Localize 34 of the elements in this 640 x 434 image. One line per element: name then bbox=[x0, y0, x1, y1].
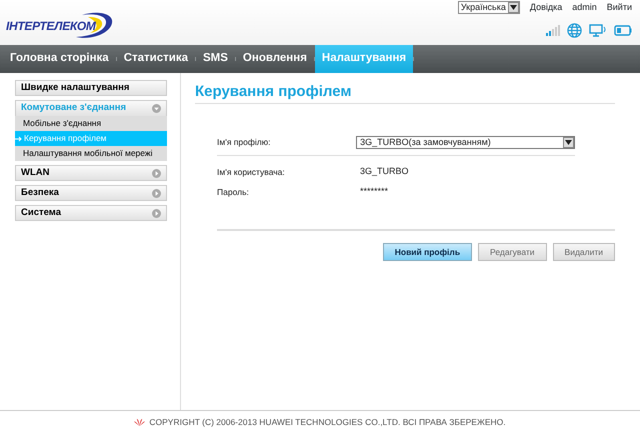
nav-tab[interactable]: Оновлення bbox=[236, 45, 314, 73]
profile-dropdown[interactable]: 3G_TURBO(за замовчуванням) bbox=[356, 136, 575, 149]
logo-text: ІНТЕРТЕЛЕКОМ bbox=[6, 18, 96, 34]
flower-logo-icon bbox=[134, 418, 146, 427]
copyright-text: COPYRIGHT (C) 2006-2013 HUAWEI TECHNOLOGIES CO.,LTD. ВСІ ПРАВА ЗБЕРЕЖЕНО. bbox=[149, 416, 506, 429]
page-title: Керування профілем bbox=[195, 83, 615, 104]
sidebar-subitem[interactable]: Налаштування мобільної мережі bbox=[15, 146, 167, 161]
field-value: 3G_TURBO bbox=[360, 165, 409, 178]
header-link[interactable]: Довідка bbox=[530, 1, 562, 14]
globe-icon bbox=[567, 22, 582, 38]
arrow-icon bbox=[15, 136, 23, 142]
monitor-icon bbox=[589, 24, 607, 36]
nav-tab[interactable]: Статистика bbox=[116, 45, 195, 73]
language-dropdown[interactable]: Українська bbox=[458, 1, 520, 14]
header-link[interactable]: Вийти bbox=[606, 1, 632, 14]
sidebar-subitem[interactable]: Мобільне з'єднання bbox=[15, 116, 167, 131]
header-link[interactable]: admin bbox=[572, 1, 597, 14]
nav-tab[interactable]: SMS bbox=[196, 45, 235, 73]
caret-icon bbox=[510, 5, 517, 10]
sidebar-item[interactable]: WLAN bbox=[15, 165, 167, 181]
caret-icon bbox=[565, 140, 572, 145]
field-value: ******** bbox=[360, 185, 388, 198]
field-label: Ім'я користувача: bbox=[217, 166, 286, 178]
field-label: Ім'я профілю: bbox=[217, 136, 272, 149]
action-button[interactable]: Редагувати bbox=[478, 243, 547, 261]
sidebar-item[interactable]: Безпека bbox=[15, 185, 167, 201]
action-button[interactable]: Видалити bbox=[552, 243, 615, 261]
nav-tab[interactable]: Головна сторінка bbox=[3, 45, 116, 73]
sidebar-item[interactable]: Швидке налаштування bbox=[15, 80, 167, 96]
battery-icon bbox=[614, 24, 632, 36]
new-profile-button[interactable]: Новий профіль bbox=[382, 243, 472, 261]
field-label: Пароль: bbox=[217, 186, 250, 198]
signal-icon bbox=[546, 24, 560, 36]
sidebar-item[interactable]: Система bbox=[15, 205, 167, 221]
